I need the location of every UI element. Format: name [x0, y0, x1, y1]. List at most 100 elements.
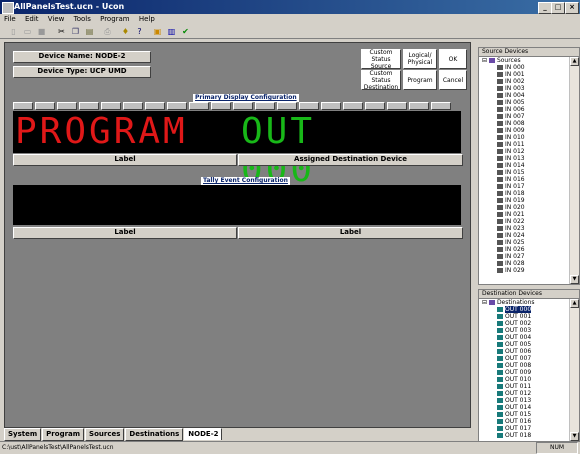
tally-cell[interactable]: [123, 102, 143, 110]
tree-item[interactable]: IN 009: [479, 127, 567, 134]
dest-scrollbar[interactable]: ▲ ▼: [569, 299, 579, 441]
save-icon[interactable]: ■: [36, 26, 47, 37]
scroll-up-icon[interactable]: ▲: [570, 299, 579, 308]
tally-cell[interactable]: [299, 102, 319, 110]
primary-left-label[interactable]: Label: [13, 154, 237, 166]
tree-item[interactable]: OUT 003: [479, 327, 567, 334]
tree-item[interactable]: IN 021: [479, 211, 567, 218]
tree-item[interactable]: IN 008: [479, 120, 567, 127]
tree-item[interactable]: IN 010: [479, 134, 567, 141]
tree-item[interactable]: OUT 001: [479, 313, 567, 320]
check-icon[interactable]: ✔: [180, 26, 191, 37]
ok-button[interactable]: OK: [439, 49, 467, 69]
tab-node-2[interactable]: NODE-2: [184, 428, 223, 440]
tree-item[interactable]: IN 013: [479, 155, 567, 162]
tally-cell[interactable]: [409, 102, 429, 110]
primary-display[interactable]: PROGRAM OUT 000: [13, 111, 461, 189]
tree-item[interactable]: OUT 002: [479, 320, 567, 327]
tree-item[interactable]: OUT 015: [479, 411, 567, 418]
tree-item[interactable]: IN 025: [479, 239, 567, 246]
tree-item[interactable]: OUT 000: [479, 306, 567, 313]
tree-item[interactable]: OUT 007: [479, 355, 567, 362]
tally-cell[interactable]: [189, 102, 209, 110]
tab-sources[interactable]: Sources: [85, 428, 125, 441]
tree-item[interactable]: IN 017: [479, 183, 567, 190]
tally-cell[interactable]: [211, 102, 231, 110]
tab-destinations[interactable]: Destinations: [125, 428, 184, 441]
tree-item[interactable]: OUT 006: [479, 348, 567, 355]
find-icon[interactable]: ▣: [152, 26, 163, 37]
tree-item[interactable]: OUT 013: [479, 397, 567, 404]
tally-display[interactable]: [13, 185, 461, 225]
paste-icon[interactable]: ▤: [84, 26, 95, 37]
tree-item[interactable]: IN 027: [479, 253, 567, 260]
tally-cell[interactable]: [101, 102, 121, 110]
tree-item[interactable]: IN 004: [479, 92, 567, 99]
minimize-button[interactable]: _: [538, 2, 552, 14]
chart-icon[interactable]: ▥: [166, 26, 177, 37]
sources-root[interactable]: ⊟ Sources: [479, 57, 567, 64]
scroll-up-icon[interactable]: ▲: [570, 57, 579, 66]
tree-item[interactable]: IN 022: [479, 218, 567, 225]
tree-item[interactable]: OUT 012: [479, 390, 567, 397]
custom-status-destination-button[interactable]: Custom Status Destination: [361, 70, 401, 91]
tally-left-label[interactable]: Label: [13, 227, 237, 239]
tree-item[interactable]: OUT 011: [479, 383, 567, 390]
tree-item[interactable]: IN 007: [479, 113, 567, 120]
tally-cell[interactable]: [387, 102, 407, 110]
tally-cell[interactable]: [145, 102, 165, 110]
tally-cell[interactable]: [57, 102, 77, 110]
print-icon[interactable]: ⎙: [102, 26, 113, 37]
menu-view[interactable]: View: [48, 15, 65, 23]
tree-item[interactable]: IN 002: [479, 78, 567, 85]
menu-tools[interactable]: Tools: [74, 15, 91, 23]
destination-tree[interactable]: ⊟ Destinations OUT 000 OUT 001 OUT 002 OUT …: [479, 299, 567, 441]
cancel-button[interactable]: Cancel: [439, 70, 467, 90]
tree-item[interactable]: OUT 016: [479, 418, 567, 425]
tally-cell[interactable]: [343, 102, 363, 110]
tree-item[interactable]: OUT 017: [479, 425, 567, 432]
menu-help[interactable]: Help: [139, 15, 155, 23]
help-cursor-icon[interactable]: ?: [134, 26, 145, 37]
tree-item[interactable]: IN 012: [479, 148, 567, 155]
new-icon[interactable]: ▯: [8, 26, 19, 37]
menu-edit[interactable]: Edit: [25, 15, 39, 23]
tally-cell[interactable]: [255, 102, 275, 110]
tree-item[interactable]: IN 026: [479, 246, 567, 253]
tree-item[interactable]: OUT 010: [479, 376, 567, 383]
tree-item[interactable]: IN 003: [479, 85, 567, 92]
tally-cell[interactable]: [167, 102, 187, 110]
destinations-root[interactable]: ⊟ Destinations: [479, 299, 567, 306]
tree-item[interactable]: OUT 018: [479, 432, 567, 439]
tree-item[interactable]: IN 023: [479, 225, 567, 232]
tally-cell[interactable]: [277, 102, 297, 110]
tally-cell[interactable]: [79, 102, 99, 110]
tree-item[interactable]: IN 016: [479, 176, 567, 183]
tree-item[interactable]: OUT 014: [479, 404, 567, 411]
tree-item[interactable]: IN 015: [479, 169, 567, 176]
scroll-down-icon[interactable]: ▼: [570, 275, 579, 284]
tree-item[interactable]: IN 028: [479, 260, 567, 267]
copy-icon[interactable]: ❐: [70, 26, 81, 37]
open-icon[interactable]: ▭: [22, 26, 33, 37]
tally-cell[interactable]: [233, 102, 253, 110]
tally-cell[interactable]: [431, 102, 451, 110]
tree-item[interactable]: OUT 005: [479, 341, 567, 348]
tree-item[interactable]: IN 029: [479, 267, 567, 274]
tree-item[interactable]: OUT 009: [479, 369, 567, 376]
menu-program[interactable]: Program: [100, 15, 130, 23]
tree-item[interactable]: IN 024: [479, 232, 567, 239]
tally-cell[interactable]: [35, 102, 55, 110]
tab-program[interactable]: Program: [42, 428, 85, 441]
custom-status-source-button[interactable]: Custom Status Source: [361, 49, 401, 70]
tally-cell[interactable]: [321, 102, 341, 110]
wand-icon[interactable]: ♦: [120, 26, 131, 37]
tree-item[interactable]: IN 011: [479, 141, 567, 148]
tree-item[interactable]: IN 000: [479, 64, 567, 71]
close-button[interactable]: ×: [565, 2, 579, 14]
tree-item[interactable]: IN 018: [479, 190, 567, 197]
source-scrollbar[interactable]: ▲ ▼: [569, 57, 579, 284]
tree-item[interactable]: IN 001: [479, 71, 567, 78]
tab-system[interactable]: System: [4, 428, 42, 441]
tree-item[interactable]: IN 006: [479, 106, 567, 113]
